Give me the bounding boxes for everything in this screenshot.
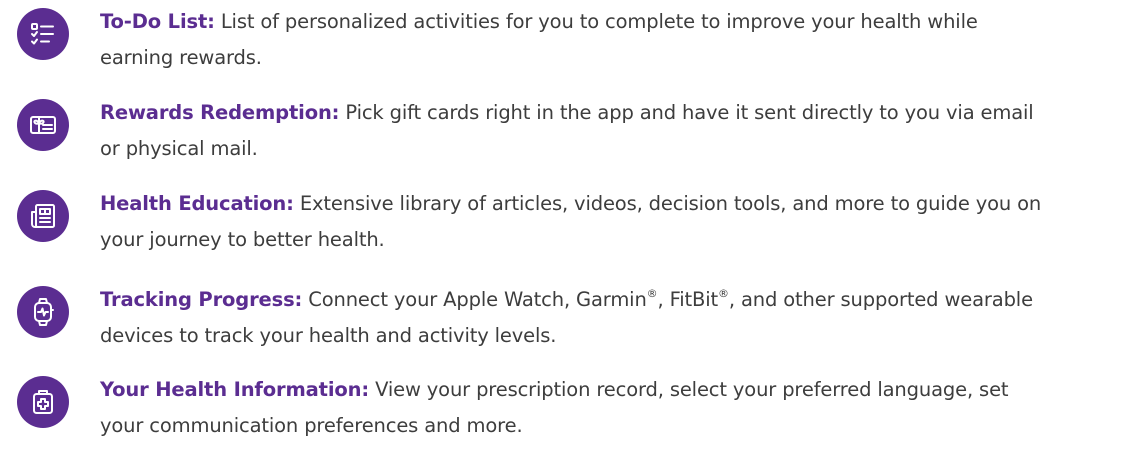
newspaper-icon	[17, 190, 69, 242]
feature-description: Health Education: Extensive library of a…	[100, 186, 1130, 258]
medical-kit-icon	[17, 376, 69, 428]
feature-title: To-Do List	[100, 10, 208, 33]
feature-title: Rewards Redemption	[100, 101, 332, 124]
feature-line-1: To-Do List: List of personalized activit…	[100, 10, 978, 33]
feature-health-education: Health Education: Extensive library of a…	[0, 186, 1148, 266]
checklist-icon	[17, 8, 69, 60]
feature-line-2: your communication preferences and more.	[100, 414, 523, 437]
feature-list: To-Do List: List of personalized activit…	[0, 0, 1148, 440]
feature-description: Rewards Redemption: Pick gift cards righ…	[100, 95, 1130, 167]
feature-line-2: earning rewards.	[100, 46, 262, 69]
feature-line-1: Tracking Progress: Connect your Apple Wa…	[100, 286, 1033, 312]
feature-line-2: or physical mail.	[100, 137, 258, 160]
feature-todo-list: To-Do List: List of personalized activit…	[0, 4, 1148, 84]
feature-description: Your Health Information: View your presc…	[100, 372, 1130, 444]
smartwatch-icon	[17, 286, 69, 338]
feature-line-1: Health Education: Extensive library of a…	[100, 192, 1042, 215]
registered-mark: ®	[646, 286, 658, 300]
feature-your-health-information: Your Health Information: View your presc…	[0, 372, 1148, 452]
feature-tracking-progress: Tracking Progress: Connect your Apple Wa…	[0, 282, 1148, 362]
feature-rewards-redemption: Rewards Redemption: Pick gift cards righ…	[0, 95, 1148, 175]
feature-line-2: your journey to better health.	[100, 228, 385, 251]
gift-card-icon	[17, 99, 69, 151]
feature-description: Tracking Progress: Connect your Apple Wa…	[100, 282, 1130, 354]
feature-title: Your Health Information	[100, 378, 362, 401]
feature-line-1: Your Health Information: View your presc…	[100, 378, 1009, 401]
feature-title: Tracking Progress	[100, 288, 295, 311]
registered-mark: ®	[718, 286, 729, 300]
feature-title: Health Education	[100, 192, 287, 215]
feature-line-2: devices to track your health and activit…	[100, 324, 557, 347]
feature-description: To-Do List: List of personalized activit…	[100, 4, 1130, 76]
feature-line-1: Rewards Redemption: Pick gift cards righ…	[100, 101, 1034, 124]
